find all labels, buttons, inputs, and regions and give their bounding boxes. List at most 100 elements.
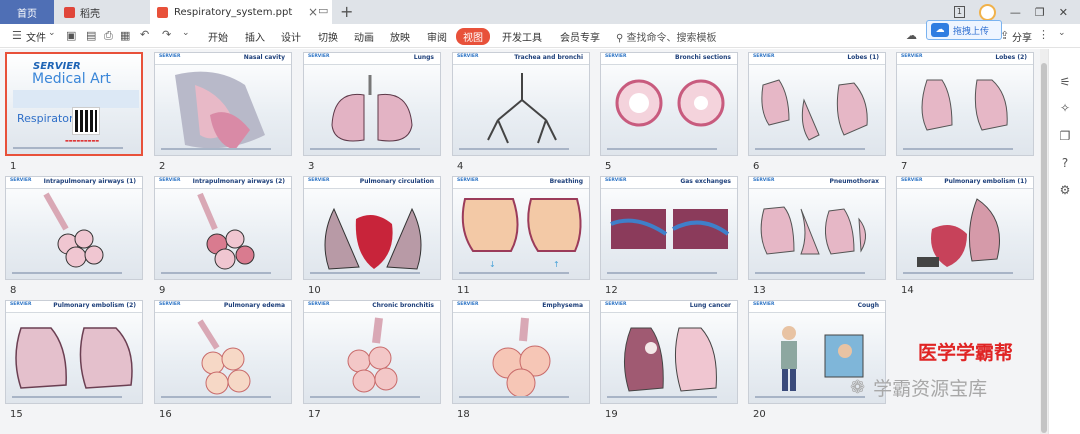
export-icon[interactable]: ▦	[120, 29, 130, 42]
slide-brand: SERVIER	[457, 178, 479, 183]
tab-transition[interactable]: 切换	[318, 29, 338, 44]
tab-document[interactable]: Respiratory_system.ppt ×	[150, 0, 332, 24]
slide-header: SERVIER Intrapulmonary airways (2)	[155, 177, 291, 189]
slide-thumbnail-1[interactable]: SERVIER Medical Art Respiratory s ▬▬▬▬▬▬…	[5, 52, 143, 156]
daoke-icon	[64, 6, 75, 18]
slide-footer	[607, 396, 717, 398]
slide-thumbnail-3[interactable]: SERVIER Lungs	[303, 52, 441, 156]
tab-slideshow[interactable]: 放映	[390, 29, 410, 44]
new-tab-icon[interactable]: +	[340, 2, 353, 21]
page-box-icon[interactable]: 1	[953, 6, 965, 18]
more-chevron-icon[interactable]: ⌄	[182, 28, 190, 38]
help-icon[interactable]: ?	[1058, 156, 1072, 170]
slide-thumbnail-4[interactable]: SERVIER Trachea and bronchi	[452, 52, 590, 156]
slide-brand: SERVIER	[753, 178, 775, 183]
slide-thumbnail-12[interactable]: SERVIER Gas exchanges	[600, 176, 738, 280]
watermark-gray: ❁ 学霸资源宝库	[850, 374, 987, 401]
slide-thumbnail-16[interactable]: SERVIER Pulmonary edema	[154, 300, 292, 404]
slide-brand: SERVIER	[605, 302, 627, 307]
folder-icon[interactable]: ▣	[66, 29, 76, 42]
save-icon[interactable]: ▤	[86, 29, 96, 42]
undo-icon[interactable]: ↶	[140, 28, 149, 41]
share-button[interactable]: 分享	[1012, 29, 1032, 44]
chevron-down-icon[interactable]: ⌄	[48, 28, 56, 38]
slide-footer	[161, 148, 271, 150]
tab-review[interactable]: 审阅	[427, 29, 447, 44]
slides-icon[interactable]: ❐	[1058, 129, 1072, 143]
slide-header: SERVIER Lobes (1)	[749, 53, 885, 65]
airways-illustration	[43, 192, 104, 268]
slide-number: 3	[308, 161, 315, 172]
collapse-chevron-icon[interactable]: ⌄	[1058, 28, 1066, 38]
slide-footer	[459, 396, 569, 398]
slide-number: 9	[159, 285, 166, 296]
slide-thumbnail-17[interactable]: SERVIER Chronic bronchitis	[303, 300, 441, 404]
magic-icon[interactable]: ✧	[1058, 101, 1072, 115]
slide-brand: SERVIER	[308, 302, 330, 307]
tab-design[interactable]: 设计	[281, 29, 301, 44]
slide-footer	[310, 272, 420, 274]
tab-daoke[interactable]: 稻壳	[56, 0, 148, 24]
avatar[interactable]	[978, 3, 996, 21]
more-icon[interactable]: ⋮	[1038, 28, 1049, 41]
slide-thumbnail-18[interactable]: SERVIER Emphysema	[452, 300, 590, 404]
scroll-thumb[interactable]	[1041, 63, 1047, 433]
close-window-icon[interactable]: ✕	[1059, 6, 1068, 19]
slide-title: Gas exchanges	[680, 178, 731, 185]
cloud-icon[interactable]: ☁	[906, 29, 917, 42]
slide-thumbnail-15[interactable]: SERVIER Pulmonary embolism (2)	[5, 300, 143, 404]
slide-number: 7	[901, 161, 908, 172]
tab-view[interactable]: 视图	[456, 28, 490, 45]
slide-thumbnail-5[interactable]: SERVIER Bronchi sections	[600, 52, 738, 156]
slide-header: SERVIER Pulmonary circulation	[304, 177, 440, 189]
adjust-icon[interactable]: ⚟	[1058, 75, 1072, 89]
slide-thumbnail-7[interactable]: SERVIER Lobes (2)	[896, 52, 1034, 156]
search-box[interactable]: ⚲ 查找命令、搜索模板	[616, 29, 717, 44]
slide-thumbnail-8[interactable]: SERVIER Intrapulmonary airways (1)	[5, 176, 143, 280]
scrollbar[interactable]	[1040, 49, 1048, 434]
slide-thumbnail-14[interactable]: SERVIER Pulmonary embolism (1)	[896, 176, 1034, 280]
breathing-illustration: ↓ ↑	[461, 198, 582, 269]
slide-header: SERVIER Bronchi sections	[601, 53, 737, 65]
watermark-gray-text: 学霸资源宝库	[873, 378, 988, 400]
tab-developer[interactable]: 开发工具	[502, 29, 542, 44]
pulmonary-edema-illustration	[197, 319, 251, 395]
slide-thumbnail-9[interactable]: SERVIER Intrapulmonary airways (2)	[154, 176, 292, 280]
slide-number: 10	[308, 285, 321, 296]
pulmonary-embolism-illustration	[917, 198, 1000, 267]
slide-thumbnail-6[interactable]: SERVIER Lobes (1)	[748, 52, 886, 156]
gas-exchanges-illustration	[610, 209, 730, 249]
tab-animation[interactable]: 动画	[354, 29, 374, 44]
redo-icon[interactable]: ↷	[162, 28, 171, 41]
settings-icon[interactable]: ⚙	[1058, 183, 1072, 197]
slide-title: Cough	[857, 302, 879, 309]
screen-icon[interactable]: ▭	[318, 4, 328, 17]
tab-insert[interactable]: 插入	[245, 29, 265, 44]
slide-brand: SERVIER	[605, 178, 627, 183]
slide-brand: SERVIER	[159, 54, 181, 59]
slide-thumbnail-2[interactable]: SERVIER Nasal cavity	[154, 52, 292, 156]
tab-member[interactable]: 会员专享	[560, 29, 600, 44]
slide-thumbnail-13[interactable]: SERVIER Pneumothorax	[748, 176, 886, 280]
minimize-icon[interactable]: —	[1010, 6, 1021, 19]
slide-brand: SERVIER	[308, 178, 330, 183]
slide-thumbnail-10[interactable]: SERVIER Pulmonary circulation	[303, 176, 441, 280]
menu-icon[interactable]: ☰	[12, 29, 22, 42]
tab-home[interactable]: 首页	[0, 0, 54, 24]
slide-thumbnail-19[interactable]: SERVIER Lung cancer	[600, 300, 738, 404]
slide-thumbnail-11[interactable]: SERVIER Breathing ↓ ↑	[452, 176, 590, 280]
slide-number: 15	[10, 409, 23, 420]
slide-title: Nasal cavity	[243, 54, 285, 61]
slide-footer	[310, 148, 420, 150]
wechat-icon: ❁	[850, 377, 866, 398]
print-icon[interactable]: ⎙	[104, 29, 113, 43]
slide-header: SERVIER Lungs	[304, 53, 440, 65]
qr-code	[72, 107, 100, 135]
slide-header: SERVIER Nasal cavity	[155, 53, 291, 65]
file-menu[interactable]: 文件	[26, 29, 46, 44]
slide-title: Pulmonary embolism (2)	[53, 302, 136, 309]
restore-icon[interactable]: ❐	[1035, 6, 1045, 19]
tab-start[interactable]: 开始	[208, 29, 228, 44]
slide-footer	[755, 148, 865, 150]
upload-popup[interactable]: ☁ 拖拽上传	[926, 20, 1002, 40]
